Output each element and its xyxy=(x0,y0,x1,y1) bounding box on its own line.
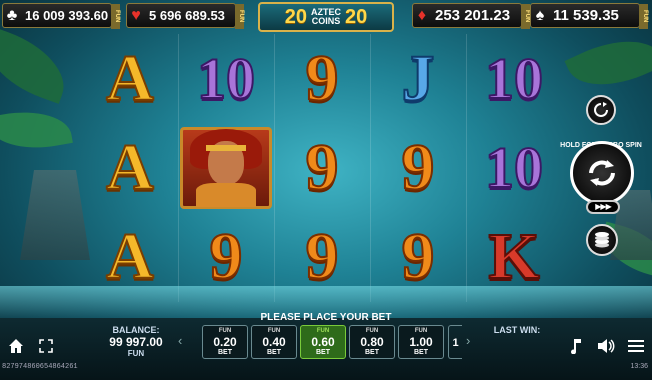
reel-symbol-label: K xyxy=(487,219,540,293)
replay-icon xyxy=(594,102,608,117)
bet-coins-button[interactable] xyxy=(586,224,618,256)
reel-symbol: 10 xyxy=(466,34,562,123)
clubs-jackpot: ♣ 16 009 393.60 FUN xyxy=(2,3,120,29)
paytable-button[interactable] xyxy=(566,336,586,356)
jungle-leaf-decoration xyxy=(0,103,73,157)
temple-ruin-decoration xyxy=(20,170,90,260)
bet-option-value: 0.80 xyxy=(360,335,384,349)
bet-prev-chevron-icon[interactable]: ‹ xyxy=(178,333,182,348)
home-button[interactable] xyxy=(6,336,26,356)
reel-symbol-label: J xyxy=(401,41,436,115)
clubs-jackpot-value: 16 009 393.60 xyxy=(25,8,109,23)
reel-symbol-label: 10 xyxy=(484,134,544,201)
jackpot-bar: ♣ 16 009 393.60 FUN ♥ 5 696 689.53 FUN 2… xyxy=(0,0,652,32)
logo-number: 20 xyxy=(284,5,307,28)
fun-tag: FUN xyxy=(639,4,648,29)
autoplay-button[interactable]: ▶▶▶ xyxy=(586,200,620,214)
fun-tag: FUN xyxy=(111,4,120,29)
fullscreen-icon xyxy=(39,339,53,353)
bet-option[interactable]: FUN 0.20 BET xyxy=(202,325,248,359)
spades-jackpot: ♠ 11 539.35 FUN xyxy=(530,3,648,29)
reel-symbol-label: A xyxy=(105,41,155,115)
replay-button[interactable] xyxy=(586,95,616,125)
logo-text-line-2: COINS xyxy=(311,16,341,26)
home-icon xyxy=(9,339,23,353)
reel-symbol: 9 xyxy=(274,34,370,123)
reel-symbol: A xyxy=(82,123,178,212)
diamond-icon: ♦ xyxy=(417,6,427,24)
bet-option[interactable]: FUN 0.80 BET xyxy=(349,325,395,359)
logo-text: AZTEC COINS xyxy=(311,8,341,26)
spades-jackpot-value: 11 539.35 xyxy=(553,7,619,24)
reel-symbol-label: 10 xyxy=(196,45,256,112)
balance-value: 99 997.00 xyxy=(109,335,163,349)
reel-symbol: J xyxy=(370,34,466,123)
fullscreen-button[interactable] xyxy=(36,336,56,356)
bet-option-partial[interactable]: 1 xyxy=(448,325,462,359)
bet-option-value: 0.40 xyxy=(262,335,286,349)
bet-option-bet: BET xyxy=(267,349,281,356)
sound-button[interactable] xyxy=(596,336,616,356)
reel-symbol-label: A xyxy=(105,219,155,293)
reel-symbol: 10 xyxy=(466,123,562,212)
place-bet-message: PLEASE PLACE YOUR BET xyxy=(260,312,392,323)
reel-symbol-label: 9 xyxy=(305,41,340,115)
spade-icon: ♠ xyxy=(535,6,545,24)
reel-symbol: A xyxy=(82,34,178,123)
coins-icon xyxy=(595,232,609,248)
bet-option[interactable]: FUN 0.40 BET xyxy=(251,325,297,359)
aztec-warrior-symbol xyxy=(178,123,274,212)
bet-option-value: 0.20 xyxy=(213,335,237,349)
diamonds-jackpot: ♦ 253 201.23 FUN xyxy=(412,3,530,29)
fun-tag: FUN xyxy=(235,4,244,29)
hearts-jackpot: ♥ 5 696 689.53 FUN xyxy=(126,3,244,29)
game-logo: 20 AZTEC COINS 20 xyxy=(258,2,394,32)
balance-label: BALANCE: xyxy=(112,325,160,335)
clock: 13:36 xyxy=(630,363,648,370)
reel-symbol-label: 9 xyxy=(401,130,436,204)
reel-symbol: 9 xyxy=(274,123,370,212)
hearts-jackpot-value: 5 696 689.53 xyxy=(149,8,225,23)
bet-next-chevron-icon[interactable]: › xyxy=(466,333,470,348)
session-id: 827974860654864261 xyxy=(2,363,78,371)
jungle-leaf-decoration xyxy=(0,26,76,104)
reel-symbol-label: 9 xyxy=(401,219,436,293)
music-note-icon xyxy=(571,339,581,354)
reel-symbol-label: A xyxy=(105,130,155,204)
spin-arrows-icon xyxy=(589,160,615,186)
reel-grid: A 10 9 J 10 A 9 9 10 A 9 9 9 K xyxy=(82,34,562,302)
balance-currency: FUN xyxy=(127,349,145,358)
bet-option-bet: BET xyxy=(365,349,379,356)
bet-option[interactable]: FUN 1.00 BET xyxy=(398,325,444,359)
logo-number: 20 xyxy=(345,5,368,28)
bet-option[interactable]: FUN 0.60 BET xyxy=(300,325,346,359)
reel-symbol-label: 9 xyxy=(209,219,244,293)
reel-symbol-label: 9 xyxy=(305,130,340,204)
hamburger-menu-icon xyxy=(628,340,644,352)
diamonds-jackpot-value: 253 201.23 xyxy=(435,7,511,24)
jungle-leaf-decoration xyxy=(564,23,652,103)
bet-option-value: 1.00 xyxy=(409,335,433,349)
menu-button[interactable] xyxy=(626,336,646,356)
bet-option-bet: BET xyxy=(414,349,428,356)
bet-option-value: 0.60 xyxy=(311,335,335,349)
game-stage: ♣ 16 009 393.60 FUN ♥ 5 696 689.53 FUN 2… xyxy=(0,0,652,380)
clubs-icon: ♣ xyxy=(6,6,18,24)
reel-symbol: 10 xyxy=(178,34,274,123)
bet-option-bet: BET xyxy=(218,349,232,356)
bet-option-bet: BET xyxy=(316,349,330,356)
fun-tag: FUN xyxy=(521,4,530,29)
spin-button[interactable] xyxy=(570,141,634,205)
reel-symbol: 9 xyxy=(370,123,466,212)
last-win-label: LAST WIN: xyxy=(493,325,541,335)
heart-icon: ♥ xyxy=(131,6,141,24)
reel-symbol-label: 9 xyxy=(305,219,340,293)
reel-symbol-label: 10 xyxy=(484,45,544,112)
speaker-icon xyxy=(598,339,615,353)
